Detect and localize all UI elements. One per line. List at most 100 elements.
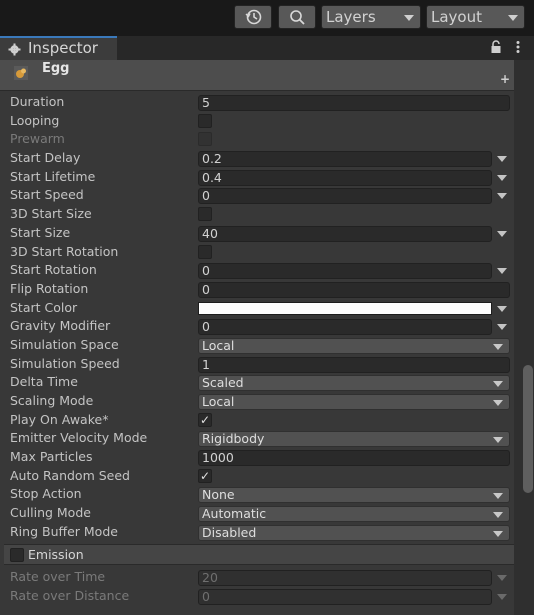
flip-rotation-field[interactable]: 0	[198, 281, 510, 298]
culling-mode-dropdown[interactable]: Automatic	[198, 506, 510, 523]
start-size-field[interactable]: 40	[198, 225, 492, 242]
layers-dropdown[interactable]: Layers	[321, 5, 421, 29]
simulation-speed-field[interactable]: 1	[198, 356, 510, 373]
max-particles-label: Max Particles	[10, 449, 93, 465]
start-color-label: Start Color	[10, 299, 78, 315]
layout-dropdown-label: Layout	[431, 8, 482, 26]
emitter-velocity-mode-dropdown-value: Rigidbody	[202, 431, 265, 447]
chevron-down-icon[interactable]	[497, 230, 507, 237]
emission-toggle-checkbox[interactable]	[10, 548, 24, 562]
simulation-space-label: Simulation Space	[10, 336, 119, 352]
add-icon[interactable]: +	[500, 72, 510, 86]
chevron-down-icon	[493, 343, 503, 350]
scaling-mode-label: Scaling Mode	[10, 393, 94, 408]
play-on-awake-checkbox[interactable]: ✓	[198, 412, 212, 427]
property-row-stop-action: Stop Action None	[0, 485, 514, 504]
ring-buffer-mode-dropdown[interactable]: Disabled	[198, 524, 510, 541]
auto-random-seed-label: Auto Random Seed	[10, 467, 130, 483]
start-rotation-field[interactable]: 0	[198, 263, 492, 280]
emission-section-label: Emission	[28, 547, 84, 562]
search-button[interactable]	[278, 5, 316, 29]
start-speed-label: Start Speed	[10, 187, 84, 203]
property-row-prewarm: Prewarm	[0, 130, 514, 149]
chevron-down-icon[interactable]	[497, 174, 507, 181]
start-speed-field[interactable]: 0	[198, 188, 492, 205]
chevron-down-icon[interactable]	[497, 268, 507, 275]
gravity-modifier-field[interactable]: 0	[198, 319, 492, 336]
chevron-down-icon[interactable]	[497, 324, 507, 331]
property-row-duration: Duration 5	[0, 93, 514, 112]
simulation-speed-label: Simulation Speed	[10, 355, 120, 371]
rate-over-distance-field: 0	[198, 588, 492, 605]
chevron-down-icon[interactable]	[497, 305, 507, 312]
play-on-awake-label: Play On Awake*	[10, 411, 109, 427]
start-color-swatch[interactable]	[198, 301, 492, 315]
scrollbar-track[interactable]	[514, 60, 534, 615]
chevron-down-icon	[493, 437, 503, 444]
search-icon	[290, 10, 305, 25]
stop-action-label: Stop Action	[10, 486, 82, 502]
culling-mode-dropdown-value: Automatic	[202, 506, 267, 522]
property-row-start-color: Start Color	[0, 299, 514, 318]
history-button[interactable]	[234, 5, 272, 29]
property-row-culling-mode: Culling Mode Automatic	[0, 504, 514, 523]
property-row-ring-buffer-mode: Ring Buffer Mode Disabled	[0, 523, 514, 542]
lock-icon[interactable]	[490, 40, 502, 54]
more-menu-icon[interactable]	[514, 40, 522, 54]
chevron-down-icon[interactable]	[497, 193, 507, 200]
flip-rotation-label: Flip Rotation	[10, 280, 89, 296]
auto-random-seed-checkbox[interactable]: ✓	[198, 468, 212, 483]
chevron-down-icon	[493, 400, 503, 406]
rate-over-distance-label: Rate over Distance	[10, 587, 130, 603]
duration-field[interactable]: 5	[198, 95, 510, 111]
property-row-start-lifetime: Start Lifetime 0.4	[0, 168, 514, 187]
gear-icon	[8, 43, 21, 56]
particle-system-icon	[14, 66, 28, 80]
rate-over-time-label: Rate over Time	[10, 569, 106, 584]
emitter-velocity-mode-dropdown[interactable]: Rigidbody	[198, 431, 510, 448]
3d-start-size-checkbox[interactable]	[198, 207, 212, 222]
start-delay-field[interactable]: 0.2	[198, 151, 492, 168]
chevron-down-icon[interactable]	[497, 156, 507, 163]
culling-mode-label: Culling Mode	[10, 505, 91, 521]
ring-buffer-mode-dropdown-value: Disabled	[202, 524, 257, 540]
rate-over-time-field: 20	[198, 570, 492, 586]
emission-property-list: Rate over Time 20 Rate over Distance 0	[0, 568, 514, 605]
3d-start-rotation-checkbox[interactable]	[198, 244, 212, 259]
simulation-space-dropdown[interactable]: Local	[198, 337, 510, 354]
chevron-down-icon	[508, 15, 518, 21]
component-header: Egg +	[0, 60, 514, 91]
property-row-gravity-modifier: Gravity Modifier 0	[0, 317, 514, 336]
tab-inspector[interactable]: Inspector	[0, 36, 117, 60]
property-row-scaling-mode: Scaling Mode Local	[0, 392, 514, 411]
stop-action-dropdown-value: None	[202, 487, 235, 503]
property-row-max-particles: Max Particles 1000	[0, 448, 514, 467]
chevron-down-icon	[404, 15, 414, 21]
start-lifetime-field[interactable]: 0.4	[198, 169, 492, 186]
chevron-down-icon	[493, 512, 503, 519]
property-row-play-on-awake: Play On Awake* ✓	[0, 411, 514, 430]
property-row-emitter-velocity-mode: Emitter Velocity Mode Rigidbody	[0, 429, 514, 448]
property-row-3d-start-size: 3D Start Size	[0, 205, 514, 224]
history-icon	[245, 9, 262, 25]
scrollbar-thumb[interactable]	[523, 365, 533, 493]
start-size-label: Start Size	[10, 224, 71, 240]
looping-checkbox[interactable]	[198, 113, 212, 128]
start-rotation-label: Start Rotation	[10, 262, 97, 278]
delta-time-dropdown-value: Scaled	[202, 375, 244, 391]
property-row-rate-over-distance: Rate over Distance 0	[0, 587, 514, 606]
emission-section-header[interactable]: Emission	[4, 544, 514, 565]
property-row-delta-time: Delta Time Scaled	[0, 373, 514, 392]
property-row-3d-start-rotation: 3D Start Rotation	[0, 243, 514, 262]
delta-time-dropdown[interactable]: Scaled	[198, 375, 510, 392]
stop-action-dropdown[interactable]: None	[198, 487, 510, 504]
tab-bar: Inspector	[0, 36, 534, 60]
property-row-simulation-speed: Simulation Speed 1	[0, 355, 514, 374]
max-particles-field[interactable]: 1000	[198, 450, 510, 467]
property-row-start-rotation: Start Rotation 0	[0, 261, 514, 280]
layers-dropdown-label: Layers	[326, 8, 376, 26]
start-lifetime-label: Start Lifetime	[10, 168, 96, 184]
layout-dropdown[interactable]: Layout	[426, 5, 525, 29]
property-row-flip-rotation: Flip Rotation 0	[0, 280, 514, 299]
scaling-mode-dropdown[interactable]: Local	[198, 394, 510, 410]
